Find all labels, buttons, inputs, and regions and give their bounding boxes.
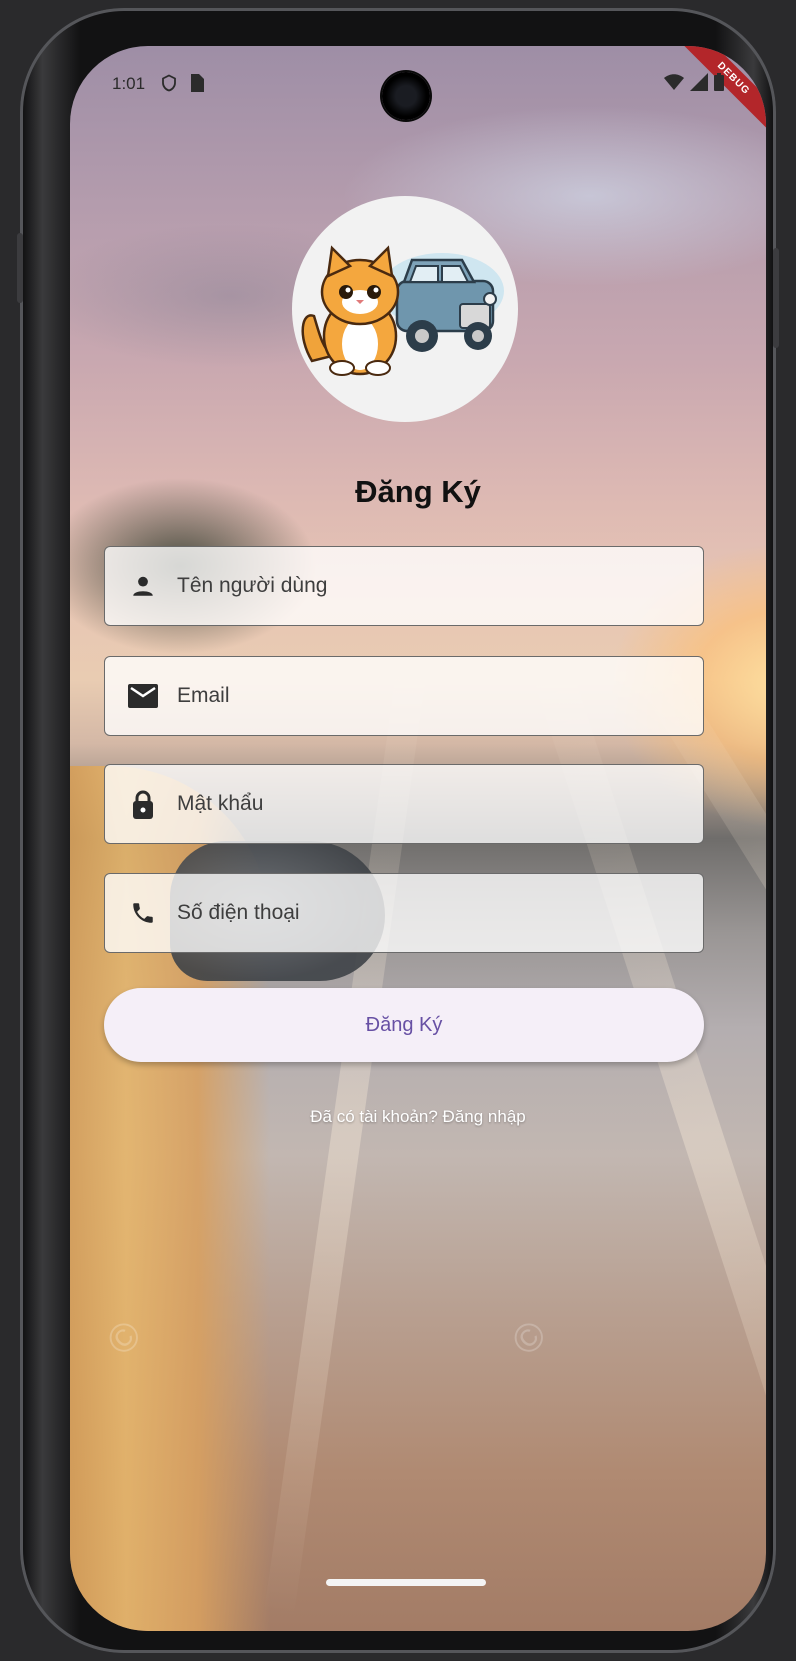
status-indicators [664,73,724,96]
username-placeholder: Tên người dùng [177,574,328,597]
home-indicator[interactable] [326,1579,486,1586]
email-placeholder: Email [177,684,230,707]
watermark-icon: © [503,1312,556,1365]
status-time: 1:01 [112,74,146,93]
phone-frame: © © DEBUG 1:01 Đăng Ký Tên người dùng Em… [17,8,779,1653]
status-icons [160,74,204,97]
cat-and-car-illustration [301,245,504,376]
password-placeholder: Mật khẩu [177,792,264,815]
wifi-icon [664,74,684,95]
sim-card-icon [188,74,204,97]
phone-field[interactable]: Số điện thoại [104,873,704,953]
shield-icon [160,74,178,97]
signal-icon [690,73,708,96]
mail-icon [125,678,161,714]
person-icon [125,568,161,604]
phone-icon [125,895,161,931]
phone-placeholder: Số điện thoại [177,901,300,924]
app-logo [292,196,518,422]
page-title: Đăng Ký [355,474,481,509]
lock-icon [125,786,161,822]
login-link[interactable]: Đã có tài khoản? Đăng nhập [70,1107,766,1127]
power-button [773,248,779,348]
battery-icon [714,73,724,96]
register-button[interactable]: Đăng Ký [104,988,704,1062]
volume-button [17,233,23,303]
app-screen: © © DEBUG 1:01 Đăng Ký Tên người dùng Em… [70,46,766,1631]
password-field[interactable]: Mật khẩu [104,764,704,844]
front-camera [382,72,430,120]
email-field[interactable]: Email [104,656,704,736]
username-field[interactable]: Tên người dùng [104,546,704,626]
